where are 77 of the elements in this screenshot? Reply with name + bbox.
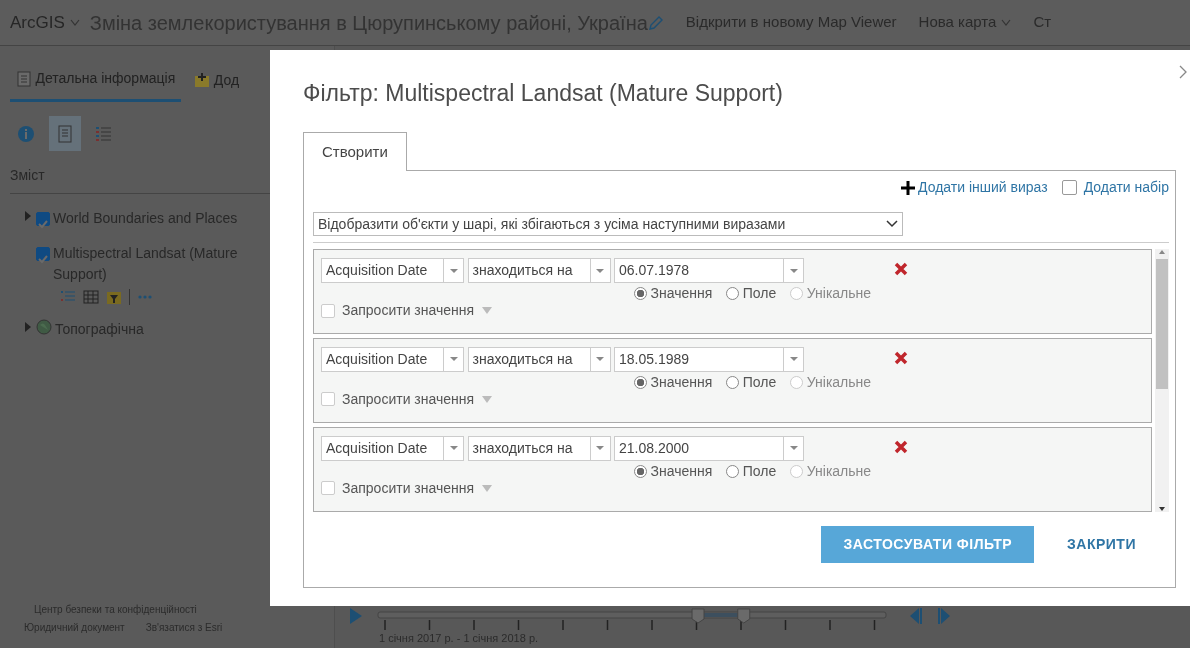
time-slider[interactable] (377, 608, 887, 632)
add-set-checkbox[interactable] (1061, 180, 1077, 195)
add-icon (194, 72, 211, 88)
scrollbar[interactable] (1155, 249, 1169, 512)
more-icon[interactable] (137, 293, 153, 300)
close-button[interactable]: ЗАКРИТИ (1055, 526, 1148, 563)
caret-icon (788, 267, 799, 274)
legend-icon[interactable] (95, 124, 113, 143)
add-expression-link[interactable]: Додати інший вираз (900, 177, 1048, 198)
caret-icon (788, 445, 799, 452)
operator-select[interactable]: знаходиться на (467, 435, 611, 461)
field-select[interactable]: Acquisition Date (321, 346, 464, 372)
delete-icon[interactable] (893, 439, 908, 454)
radio-button[interactable] (726, 375, 740, 389)
pencil-icon[interactable] (647, 14, 664, 31)
caret-icon (481, 394, 494, 404)
scrollbar-thumb[interactable] (1156, 259, 1168, 389)
caret-icon (788, 356, 799, 363)
caret-icon (595, 267, 605, 274)
radio-button[interactable] (634, 464, 647, 478)
caret-icon (595, 356, 605, 363)
dialog-title: Фільтр: Multispectral Landsat (Mature Support) (303, 79, 784, 108)
operator-select[interactable]: знаходиться на (467, 346, 611, 372)
info-icon[interactable] (17, 124, 35, 143)
value-field[interactable]: 06.07.1978 (614, 258, 804, 283)
play-icon[interactable] (349, 608, 363, 624)
radio-label[interactable]: Поле (742, 371, 777, 393)
caret-icon[interactable] (69, 19, 80, 26)
delete-icon[interactable] (893, 262, 908, 276)
scroll-up-icon[interactable] (1158, 249, 1166, 255)
caret-icon (448, 356, 459, 363)
caret-icon (448, 267, 459, 274)
delete-icon[interactable] (893, 350, 908, 365)
checkbox-label: Запросити значення (342, 478, 475, 498)
radio-label[interactable]: Значення (650, 371, 713, 393)
radio-label: Унікальне (806, 284, 872, 303)
match-select[interactable]: Відобразити об'єкти у шарі, які збігаються з усіма наступними виразами (313, 212, 903, 236)
value-field[interactable]: 21.08.2000 (614, 435, 804, 461)
slider-thumb[interactable] (737, 608, 751, 624)
field-select[interactable]: Acquisition Date (321, 435, 464, 461)
caret-icon[interactable] (1001, 19, 1012, 26)
previous-icon[interactable] (909, 608, 923, 624)
plus-icon (900, 180, 915, 195)
radio-label[interactable]: Значення (650, 283, 713, 304)
expand-icon[interactable] (24, 321, 32, 332)
checkbox-label[interactable]: Додати набір (1083, 177, 1169, 198)
field-select[interactable]: Acquisition Date (321, 258, 464, 283)
radio-label: Унікальне (806, 372, 872, 392)
caret-icon (481, 306, 494, 315)
caret-icon (595, 445, 605, 452)
layer-checkbox[interactable] (35, 211, 50, 226)
radio-button[interactable] (634, 375, 647, 389)
chevron-icon (886, 220, 898, 228)
globe-icon (35, 318, 52, 335)
radio-label[interactable]: Значення (650, 460, 713, 482)
radio-label: Унікальне (806, 461, 872, 481)
details-icon-button[interactable] (49, 116, 81, 151)
dialog-tab[interactable]: Створити (303, 131, 407, 171)
checkbox-label: Запросити значення (342, 301, 475, 320)
layer-checkbox[interactable] (35, 246, 50, 261)
value-field[interactable]: 18.05.1989 (614, 346, 804, 372)
next-icon[interactable] (937, 608, 951, 624)
checkbox-label: Запросити значення (342, 389, 475, 409)
radio-label[interactable]: Поле (742, 460, 777, 482)
close-icon[interactable] (1178, 64, 1188, 80)
document-icon (16, 70, 32, 87)
document-icon (56, 125, 74, 144)
caret-icon (481, 483, 494, 493)
caret-icon (448, 445, 459, 452)
radio-button[interactable] (726, 287, 740, 300)
scroll-down-icon[interactable] (1158, 506, 1166, 512)
radio-button[interactable] (634, 287, 647, 300)
expand-icon[interactable] (24, 211, 32, 221)
slider-thumb[interactable] (691, 608, 705, 624)
radio-button[interactable] (726, 464, 740, 478)
radio-label[interactable]: Поле (742, 283, 777, 304)
operator-select[interactable]: знаходиться на (467, 258, 611, 283)
